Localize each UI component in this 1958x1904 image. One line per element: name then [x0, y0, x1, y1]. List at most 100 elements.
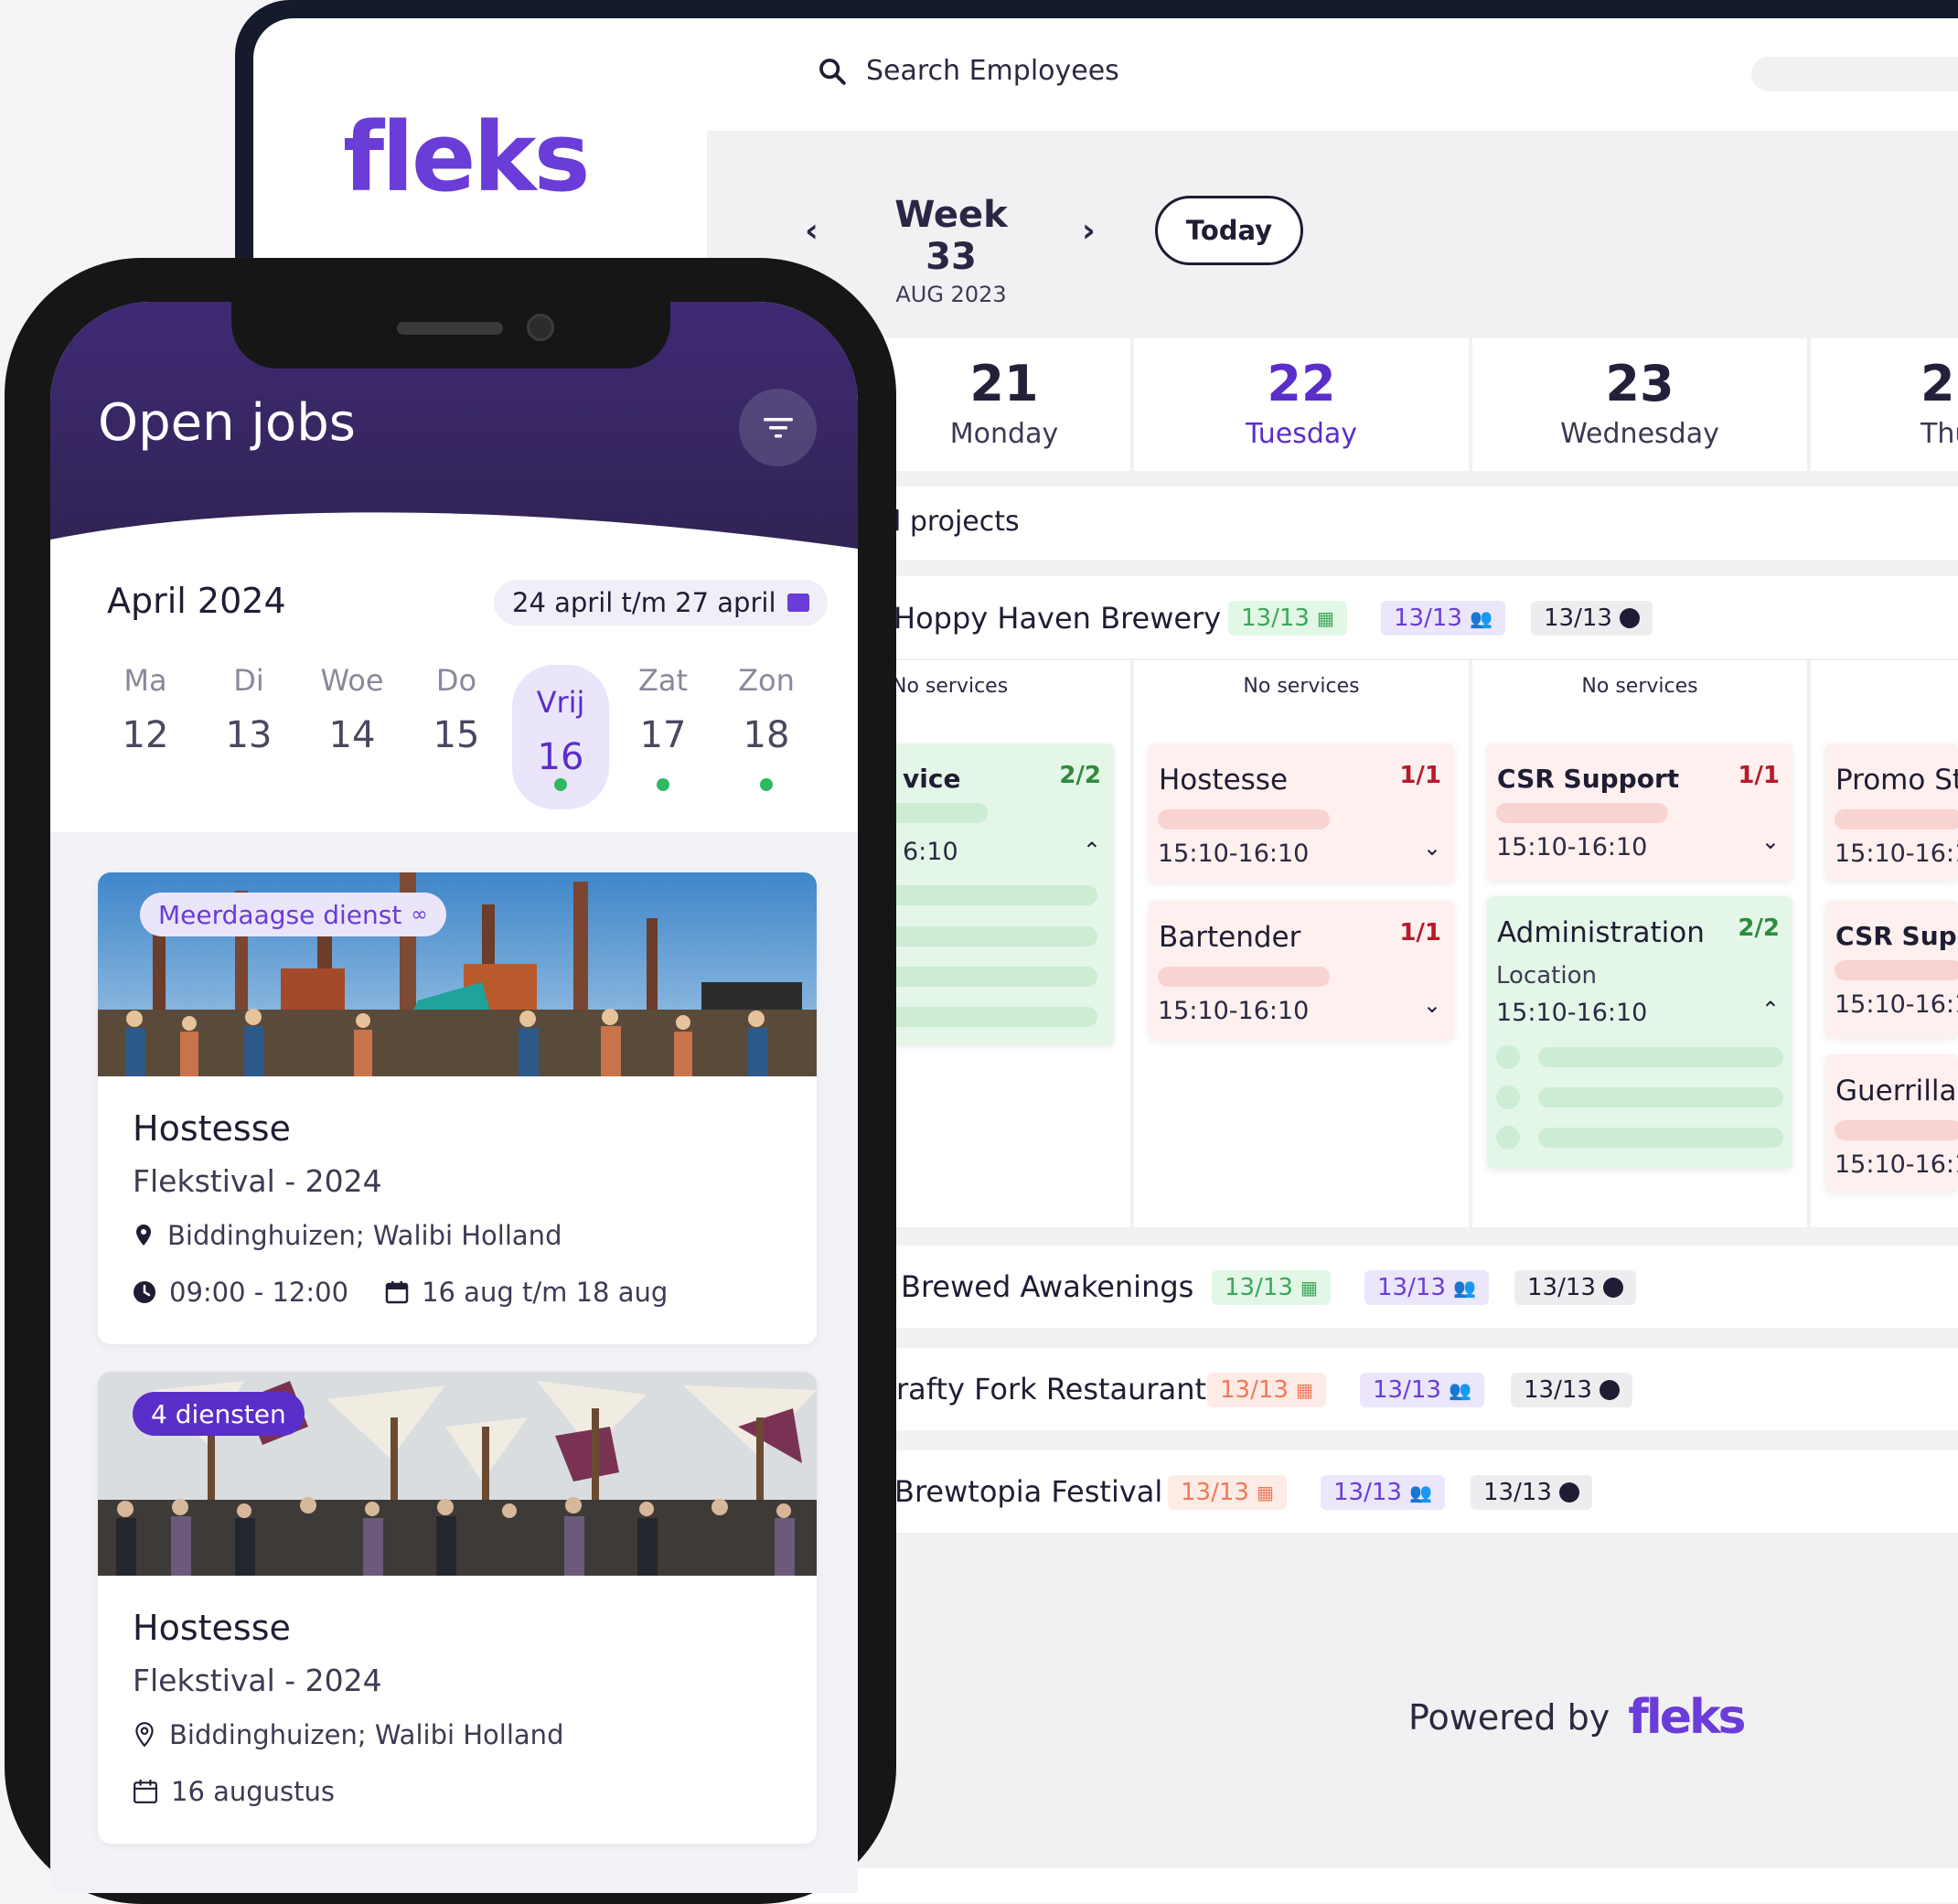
avatar-placeholder — [1496, 1086, 1520, 1109]
calendar-icon: ▦ — [1256, 1481, 1274, 1503]
weekday-label: Di — [233, 663, 264, 698]
shift-card[interactable]: Promo St 15:10-16:1 — [1825, 743, 1958, 881]
powered-by-label: Powered by — [1408, 1697, 1610, 1738]
job-event: Flekstival - 2024 — [133, 1163, 382, 1199]
hours-badge: 13/13 — [1514, 1270, 1636, 1305]
hours-badge: 13/13 — [1471, 1475, 1592, 1510]
avatar-placeholder — [1496, 1126, 1520, 1150]
weekday-di[interactable]: Di 13 — [212, 663, 285, 756]
weekday-number: 17 — [639, 714, 687, 756]
week-title: Week 33 — [894, 194, 1008, 278]
project-name[interactable]: Hoppy Haven Brewery — [893, 601, 1221, 636]
clock-icon — [1619, 608, 1640, 628]
weekday-label: Ma — [123, 663, 167, 698]
job-card[interactable]: 4 diensten Hostesse Flekstival - 2024 Bi… — [98, 1372, 817, 1844]
job-location-text: Biddinghuizen; Walibi Holland — [167, 1220, 562, 1251]
chevron-left-icon[interactable]: ‹ — [805, 212, 819, 250]
placeholder-bar — [878, 1007, 1097, 1027]
day-name: Wednesday — [1560, 418, 1719, 450]
chevron-up-icon[interactable]: ⌃ — [1083, 838, 1101, 863]
day-number: 22 — [1267, 355, 1336, 412]
shift-card[interactable]: CSR Support 1/1 15:10-16:10 ⌄ — [1487, 743, 1792, 881]
calendar-icon — [134, 1780, 157, 1803]
weekday-zon[interactable]: Zon 18 — [730, 663, 803, 756]
badge-value: 13/13 — [1225, 1274, 1293, 1301]
calendar-icon: ▦ — [1316, 607, 1334, 629]
search-bar[interactable]: Search Employees — [817, 55, 1119, 87]
badge-value: 13/13 — [1394, 604, 1462, 632]
shift-fill: 2/2 — [1059, 762, 1101, 789]
shift-card[interactable]: CSR Suppo 15:10-16:1 — [1825, 901, 1958, 1038]
shift-card[interactable]: Administration 2/2 Location 15:10-16:10 … — [1487, 896, 1792, 1169]
section-label: l projects — [893, 506, 1020, 538]
job-dates-text: 16 aug t/m 18 aug — [422, 1277, 669, 1308]
filter-icon — [763, 417, 793, 437]
day-name: Thu — [1921, 418, 1958, 450]
day-number: 23 — [1605, 355, 1674, 412]
shift-fill: 2/2 — [1738, 915, 1780, 942]
shift-card[interactable]: vice 2/2 6:10 ⌃ — [878, 743, 1114, 1045]
shift-time: 15:10-16:1 — [1835, 1150, 1958, 1179]
shift-title: Hostesse — [1159, 764, 1289, 797]
shifts-badge: 13/13 ▦ — [1168, 1475, 1287, 1510]
weekday-ma[interactable]: Ma 12 — [109, 663, 182, 756]
job-time-text: 09:00 - 12:00 — [169, 1277, 349, 1308]
availability-dot — [554, 778, 567, 791]
header-pill[interactable] — [1751, 57, 1958, 91]
employees-badge: 13/13 👥 — [1381, 601, 1505, 636]
date-range-label: 24 april t/m 27 april — [512, 587, 776, 618]
people-icon: 👥 — [1448, 1379, 1471, 1401]
weekday-number: 16 — [537, 736, 584, 778]
project-name[interactable]: rafty Fork Restaurant — [896, 1372, 1206, 1407]
badge-value: 13/13 — [1527, 1274, 1596, 1301]
badge-value: 13/13 — [1377, 1274, 1446, 1301]
shift-card[interactable]: Guerrilla 15:10-16:1 — [1825, 1054, 1958, 1192]
shift-time: 15:10-16:1 — [1835, 840, 1958, 868]
weekday-number: 13 — [225, 714, 273, 756]
search-input[interactable]: Search Employees — [866, 55, 1119, 87]
people-icon: 👥 — [1408, 1481, 1432, 1503]
job-event: Flekstival - 2024 — [133, 1663, 382, 1698]
festival-photo: 4 diensten — [98, 1372, 817, 1576]
shift-title: CSR Suppo — [1835, 921, 1958, 951]
fleks-logo-small: fleks — [1628, 1690, 1746, 1745]
chevron-right-icon[interactable]: › — [1082, 212, 1096, 250]
project-name[interactable]: Brewtopia Festival — [894, 1474, 1162, 1509]
shift-title: CSR Support — [1497, 764, 1680, 794]
job-title: Hostesse — [133, 1108, 291, 1149]
shift-card[interactable]: Bartender 1/1 15:10-16:10 ⌄ — [1149, 901, 1454, 1040]
weekday-number: 14 — [328, 714, 376, 756]
avatar-placeholder — [1496, 1045, 1520, 1069]
job-card[interactable]: Meerdaagse dienst ∞ Hostesse Flekstival … — [98, 872, 817, 1344]
day-name: Monday — [949, 418, 1059, 450]
filter-button[interactable] — [739, 389, 817, 466]
no-services-label: No services — [1243, 675, 1360, 698]
badge-value: 13/13 — [1544, 604, 1612, 632]
project-name[interactable]: Brewed Awakenings — [901, 1269, 1193, 1304]
day-header-monday: 21 Monday — [878, 338, 1130, 471]
location-pin-icon — [136, 1225, 151, 1246]
today-button[interactable]: Today — [1155, 196, 1303, 265]
chevron-down-icon[interactable]: ⌄ — [1423, 835, 1441, 861]
shifts-badge: 13/13 ▦ — [1228, 601, 1347, 636]
no-services-label: No services — [892, 675, 1009, 698]
chevron-down-icon[interactable]: ⌄ — [1761, 829, 1780, 854]
placeholder-bar — [878, 967, 1097, 987]
shift-card[interactable]: Hostesse 1/1 15:10-16:10 ⌄ — [1149, 743, 1454, 882]
speaker — [397, 322, 503, 335]
employees-badge: 13/13 👥 — [1321, 1475, 1445, 1510]
weekday-zat[interactable]: Zat 17 — [626, 663, 700, 756]
weekday-do[interactable]: Do 15 — [420, 663, 493, 756]
badge-value: 13/13 — [1524, 1376, 1592, 1404]
placeholder-bar — [1835, 809, 1958, 829]
shift-count-badge: 4 diensten — [133, 1392, 305, 1436]
chevron-down-icon[interactable]: ⌄ — [1423, 992, 1441, 1018]
weekday-label: Do — [435, 663, 477, 698]
shift-fill: 1/1 — [1399, 762, 1441, 789]
date-range-chip[interactable]: 24 april t/m 27 april — [494, 580, 828, 626]
chevron-up-icon[interactable]: ⌃ — [1761, 997, 1780, 1022]
festival-photo: Meerdaagse dienst ∞ — [98, 872, 817, 1076]
job-title: Hostesse — [133, 1608, 291, 1648]
job-type-badge: Meerdaagse dienst ∞ — [140, 893, 446, 936]
weekday-woe[interactable]: Woe 14 — [316, 663, 389, 756]
